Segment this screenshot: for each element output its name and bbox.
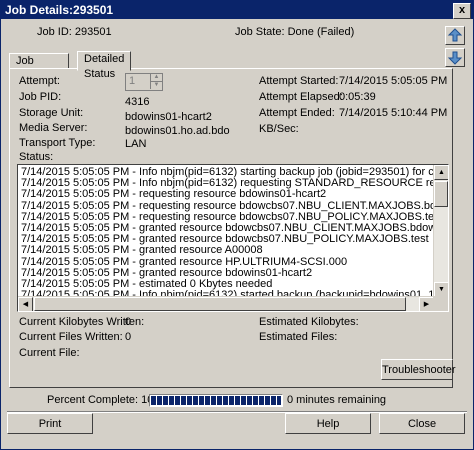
estimated-kb-label: Estimated Kilobytes:	[259, 316, 359, 328]
scroll-down-icon[interactable]: ▼	[434, 282, 448, 297]
horizontal-scroll-thumb[interactable]	[34, 297, 406, 311]
progress-bar	[149, 394, 283, 407]
job-pid-value: 4316	[125, 96, 150, 108]
job-state-text: Job State: Done (Failed)	[235, 26, 355, 38]
arrow-down-icon	[447, 51, 463, 65]
attempt-elapsed-label: Attempt Elapsed:	[259, 91, 343, 103]
arrow-up-icon	[447, 28, 463, 42]
vertical-scroll-thumb[interactable]	[434, 181, 448, 207]
scroll-left-icon[interactable]: ◀	[18, 297, 33, 311]
attempt-ended-value: 7/14/2015 5:10:44 PM	[339, 107, 448, 119]
troubleshooter-button[interactable]: Troubleshooter	[381, 359, 456, 380]
media-server-value: bdowins01.ho.ad.bdo	[125, 125, 230, 137]
attempt-value: 1	[129, 75, 136, 87]
scroll-right-icon[interactable]: ▶	[419, 297, 434, 311]
status-log-listbox[interactable]: 7/14/2015 5:05:05 PM - Info nbjm(pid=613…	[17, 164, 449, 312]
previous-job-button[interactable]	[445, 26, 465, 45]
spin-down-icon[interactable]: ▼	[150, 82, 162, 89]
transport-type-label: Transport Type:	[19, 137, 96, 149]
help-button[interactable]: Help	[285, 413, 371, 434]
files-written-value: 0	[125, 331, 132, 343]
title-bar[interactable]: Job Details:293501 x	[1, 1, 473, 19]
attempt-spinner[interactable]: 1 ▲ ▼	[125, 73, 163, 91]
time-remaining-text: 0 minutes remaining	[287, 394, 387, 406]
storage-unit-value: bdowins01-hcart2	[125, 111, 212, 123]
attempt-started-value: 7/14/2015 5:05:05 PM	[339, 75, 448, 87]
files-written-label: Current Files Written:	[19, 331, 123, 343]
estimated-files-label: Estimated Files:	[259, 331, 338, 343]
close-window-button[interactable]: x	[453, 3, 471, 19]
progress-fill	[151, 396, 281, 405]
job-id-text: Job ID: 293501	[37, 26, 112, 38]
current-file-label: Current File:	[19, 347, 80, 359]
close-button[interactable]: Close	[379, 413, 465, 434]
tab-detailed-status[interactable]: Detailed Status	[77, 51, 132, 80]
window-title: Job Details:293501	[5, 3, 114, 17]
print-button[interactable]: Print	[7, 413, 93, 434]
scroll-up-icon[interactable]: ▲	[434, 165, 448, 180]
vertical-scrollbar[interactable]: ▲ ▼	[433, 165, 448, 297]
job-pid-label: Job PID:	[19, 91, 62, 103]
status-log-lines: 7/14/2015 5:05:05 PM - Info nbjm(pid=613…	[21, 166, 448, 301]
storage-unit-label: Storage Unit:	[19, 107, 84, 119]
attempt-ended-label: Attempt Ended:	[259, 107, 335, 119]
attempt-elapsed-value: 0:05:39	[339, 91, 376, 103]
scrollbar-corner	[433, 296, 448, 311]
job-details-window: Job Details:293501 x Job ID: 293501 Job …	[0, 0, 474, 450]
attempt-label: Attempt:	[19, 75, 60, 87]
spin-up-icon[interactable]: ▲	[150, 74, 162, 82]
next-job-button[interactable]	[445, 48, 465, 67]
kb-sec-label: KB/Sec:	[259, 123, 299, 135]
status-label: Status:	[19, 151, 54, 163]
media-server-label: Media Server:	[19, 122, 88, 134]
kb-written-value: 0	[125, 316, 132, 328]
status-line: 7/14/2015 5:05:05 PM - granted resource …	[21, 244, 263, 257]
status-line: 7/14/2015 5:05:05 PM - requesting resour…	[21, 188, 327, 201]
transport-type-value: LAN	[125, 138, 147, 150]
horizontal-scrollbar[interactable]: ◀ ▶	[18, 296, 434, 311]
attempt-started-label: Attempt Started:	[259, 75, 339, 87]
